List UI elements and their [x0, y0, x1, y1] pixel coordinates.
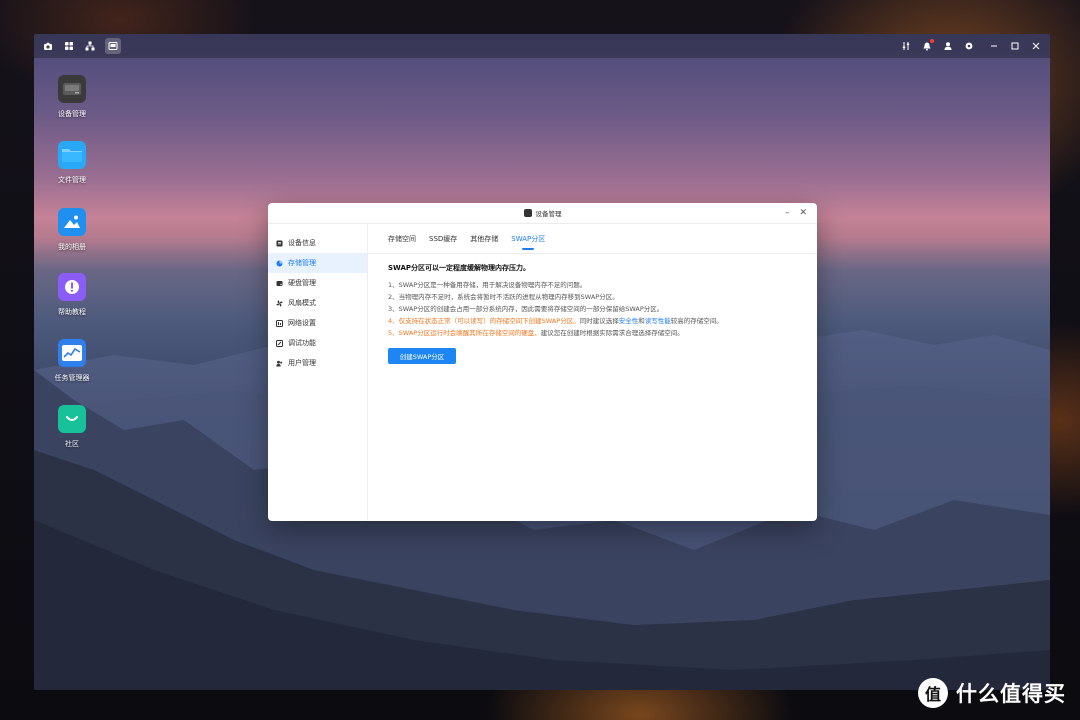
desktop-icon-label: 社区: [65, 440, 79, 448]
sidebar-item-label: 存储管理: [288, 259, 316, 267]
notification-bell-icon[interactable]: [921, 39, 934, 52]
sidebar-item-label: 风扇模式: [288, 299, 316, 307]
sidebar-item-network[interactable]: 网络设置: [268, 313, 367, 333]
note-text: 同时建议选择: [579, 317, 619, 325]
device-manager-icon[interactable]: [105, 38, 121, 54]
network-tree-icon[interactable]: [84, 40, 96, 52]
notification-dot: [930, 39, 934, 43]
sidebar-item-users[interactable]: 用户管理: [268, 353, 367, 373]
device-manager-title-icon: [523, 209, 532, 217]
network-icon: [276, 319, 283, 327]
swap-note-2: 2、当物理内存不足时，系统会将暂时不活跃的进程从物理内存移到SWAP分区。: [388, 293, 619, 301]
apps-grid-icon[interactable]: [63, 40, 75, 52]
settings-sliders-icon[interactable]: [900, 40, 912, 52]
swap-note-4: 4、仅支持在状态正常（可以读写）的存储空间下创建SWAP分区。同时建议选择安全性…: [388, 315, 798, 327]
swap-panel: SWAP分区可以一定程度缓解物理内存压力。 1、SWAP分区是一种备用存储，用于…: [369, 254, 817, 373]
settings-sidebar: 设备信息 存储管理 硬盘管理 风扇模式 网络设置 调试功能 用户管理: [268, 224, 368, 521]
community-icon: [58, 405, 86, 433]
tab-ssd-cache[interactable]: SSD缓存: [429, 226, 457, 252]
users-icon: [276, 360, 283, 367]
disk-icon: [276, 280, 283, 287]
desktop-icon-file-manager[interactable]: 文件管理: [37, 141, 107, 185]
note-highlight: 读写性能: [644, 317, 671, 325]
desktop-icon-label: 我的相册: [58, 243, 86, 251]
photo-album-icon: [58, 208, 86, 236]
gear-icon[interactable]: [963, 40, 975, 52]
storage-tabs: 存储空间 SSD缓存 其他存储 SWAP分区: [369, 224, 817, 254]
desktop-icon-community[interactable]: 社区: [37, 405, 107, 449]
info-icon: [276, 240, 283, 247]
watermark-text: 什么值得买: [956, 682, 1066, 706]
sidebar-item-label: 调试功能: [288, 339, 316, 347]
note-index: 4、: [388, 317, 399, 325]
sidebar-item-storage[interactable]: 存储管理: [268, 253, 367, 273]
window-titlebar: 设备管理 – ✕: [268, 203, 817, 224]
sidebar-item-debug[interactable]: 调试功能: [268, 333, 367, 353]
sidebar-item-label: 硬盘管理: [288, 279, 316, 287]
desktop-icon-label: 帮助教程: [58, 308, 86, 316]
swap-note-5: 5、SWAP分区运行时会唤醒其所在存储空间的硬盘，建议您在创建时根据实际需求合理…: [388, 327, 798, 339]
note-index: 5、: [388, 329, 399, 337]
desktop-icon-photo-album[interactable]: 我的相册: [37, 208, 107, 252]
window-close-icon[interactable]: ✕: [799, 208, 807, 218]
tab-swap-partition[interactable]: SWAP分区: [511, 226, 545, 252]
desktop-icon-label: 文件管理: [58, 176, 86, 184]
note-warning-text: 仅支持在状态正常（可以读写）的存储空间下创建SWAP分区。: [398, 317, 580, 325]
sidebar-item-label: 设备信息: [288, 239, 316, 247]
storage-pie-icon: [276, 260, 283, 267]
tab-other-storage[interactable]: 其他存储: [470, 226, 498, 252]
note-text: 较高的存储空间。: [670, 317, 723, 325]
close-icon[interactable]: [1030, 40, 1042, 52]
swap-heading: SWAP分区可以一定程度缓解物理内存压力。: [388, 264, 530, 272]
desktop-icon-label: 设备管理: [58, 110, 86, 118]
swap-note-1: 1、SWAP分区是一种备用存储，用于解决设备物理内存不足的问题。: [388, 281, 587, 289]
note-warning-text: SWAP分区运行时会唤醒其所在存储空间的硬盘，: [398, 329, 541, 337]
desktop-icon-label: 任务管理器: [54, 374, 90, 382]
debug-icon: [276, 339, 283, 347]
desktop-icon-help[interactable]: 帮助教程: [37, 273, 107, 317]
sidebar-item-disk[interactable]: 硬盘管理: [268, 273, 367, 293]
site-watermark: 值 什么值得买: [918, 678, 1066, 708]
window-title: 设备管理: [535, 210, 562, 218]
watermark-logo: 值: [918, 678, 948, 708]
folder-icon: [58, 141, 86, 169]
system-topbar: [34, 34, 1050, 58]
device-manager-window: 设备管理 – ✕ 设备信息 存储管理 硬盘管理 风扇模式 网络设置 调试功能 用…: [268, 203, 817, 521]
maximize-icon[interactable]: [1009, 40, 1021, 52]
user-icon[interactable]: [942, 40, 954, 52]
tab-storage-space[interactable]: 存储空间: [388, 226, 416, 252]
desktop-icon-task-manager[interactable]: 任务管理器: [37, 339, 107, 383]
window-minimize-icon[interactable]: –: [785, 208, 790, 218]
swap-note-3: 3、SWAP分区的创建会占用一部分系统内存，因此需要将存储空间的一部分保留给SW…: [388, 305, 664, 313]
sidebar-item-label: 网络设置: [288, 319, 316, 327]
minimize-icon[interactable]: [988, 40, 1000, 52]
help-icon: [58, 273, 86, 301]
desktop-icon-device-manager[interactable]: 设备管理: [37, 75, 107, 119]
note-text: 建议您在创建时根据实际需求合理选择存储空间。: [540, 329, 684, 337]
sidebar-item-fan[interactable]: 风扇模式: [268, 293, 367, 313]
device-manager-app-icon: [58, 75, 86, 103]
main-content: 存储空间 SSD缓存 其他存储 SWAP分区 SWAP分区可以一定程度缓解物理内…: [369, 224, 817, 521]
sidebar-item-device-info[interactable]: 设备信息: [268, 233, 367, 253]
camera-icon[interactable]: [42, 40, 54, 52]
fan-icon: [276, 300, 283, 307]
sidebar-item-label: 用户管理: [288, 359, 316, 367]
note-highlight: 安全性: [618, 317, 639, 325]
task-monitor-icon: [58, 339, 86, 367]
create-swap-button[interactable]: 创建SWAP分区: [388, 348, 456, 364]
